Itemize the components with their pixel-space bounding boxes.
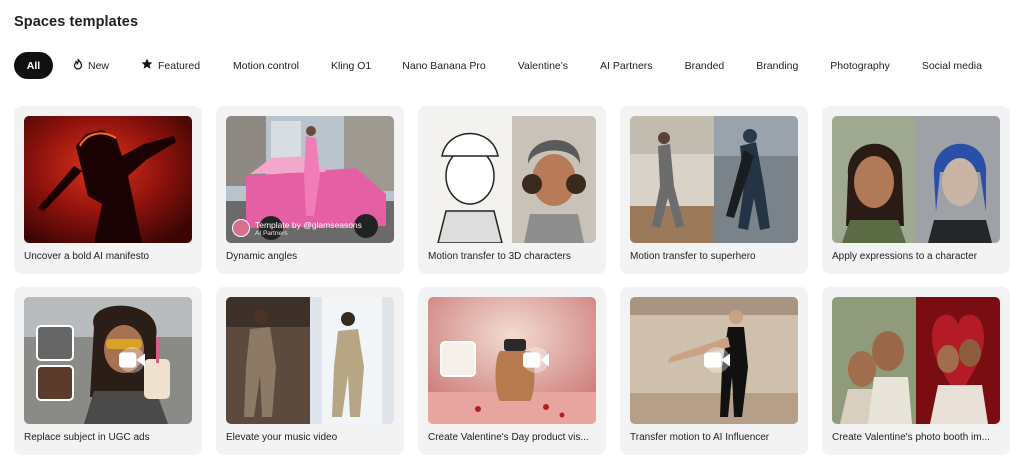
filter-chip-label: Photography [830, 59, 890, 72]
flame-icon [73, 58, 83, 73]
filter-chip-label: Social media [921, 59, 982, 72]
star-icon [141, 58, 153, 73]
template-card[interactable]: Create Valentine's photo booth im... [822, 287, 1010, 455]
filter-chip-new[interactable]: New [73, 52, 109, 79]
inset-thumbnail [36, 325, 74, 361]
template-card[interactable]: Motion transfer to 3D characters [418, 106, 606, 274]
video-icon [704, 347, 730, 373]
template-caption: Transfer motion to AI Influencer [630, 432, 770, 443]
template-caption: Replace subject in UGC ads [24, 432, 150, 443]
author-label: Template by @glamseasons [255, 219, 362, 230]
filter-chip-branding[interactable]: Branding [756, 52, 798, 79]
avatar [232, 219, 250, 237]
filter-chip-all[interactable]: All [14, 52, 53, 79]
filter-chip-label: Motion control [233, 59, 299, 72]
filter-chip-label: All [26, 59, 41, 72]
templates-grid: Uncover a bold AI manifesto Template by … [14, 106, 1010, 455]
template-card[interactable]: Elevate your music video [216, 287, 404, 455]
template-card[interactable]: Replace subject in UGC ads [14, 287, 202, 455]
filter-chip-label: Branding [756, 59, 799, 72]
template-card[interactable]: Uncover a bold AI manifesto [14, 106, 202, 274]
filter-chip-label: Featured [158, 59, 201, 72]
template-caption: Create Valentine's Day product vis... [428, 432, 589, 443]
inset-thumbnail [440, 341, 476, 377]
filter-chip-ai-partners[interactable]: AI Partners [600, 52, 653, 79]
filter-chip-featured[interactable]: Featured [141, 52, 200, 79]
video-icon [119, 347, 145, 373]
template-thumbnail [428, 297, 596, 424]
template-caption: Dynamic angles [226, 251, 298, 262]
template-caption: Motion transfer to superhero [630, 251, 756, 262]
template-author: Template by @glamseasons AI Partners [232, 219, 362, 237]
template-thumbnail [226, 297, 394, 424]
template-caption: Create Valentine's photo booth im... [832, 432, 990, 443]
template-thumbnail [24, 116, 192, 243]
template-thumbnail [24, 297, 192, 424]
filter-chip-branded[interactable]: Branded [685, 52, 725, 79]
template-card[interactable]: Create Valentine's Day product vis... [418, 287, 606, 455]
template-caption: Elevate your music video [226, 432, 338, 443]
filter-chip-social-media[interactable]: Social media [922, 52, 982, 79]
filter-chip-kling-o1[interactable]: Kling O1 [331, 52, 371, 79]
template-caption: Uncover a bold AI manifesto [24, 251, 150, 262]
video-icon [523, 347, 549, 373]
template-card[interactable]: Motion transfer to superhero [620, 106, 808, 274]
author-sub-label: AI Partners [255, 229, 288, 237]
template-thumbnail [630, 116, 798, 243]
page-title: Spaces templates [14, 14, 139, 30]
filter-chip-label: Nano Banana Pro [402, 59, 486, 72]
filter-chip-label: New [88, 59, 110, 72]
template-thumbnail [428, 116, 596, 243]
filter-chips: All New Featured Motion control Kling O1… [14, 52, 982, 79]
inset-thumbnail [36, 365, 74, 401]
template-thumbnail [832, 116, 1000, 243]
filter-chip-label: Branded [684, 59, 725, 72]
filter-chip-motion-control[interactable]: Motion control [233, 52, 299, 79]
template-card[interactable]: Transfer motion to AI Influencer [620, 287, 808, 455]
filter-chip-photography[interactable]: Photography [830, 52, 890, 79]
filter-chip-valentines[interactable]: Valentine's [518, 52, 568, 79]
template-caption: Motion transfer to 3D characters [428, 251, 571, 262]
template-thumbnail: Template by @glamseasons AI Partners [226, 116, 394, 243]
filter-chip-nano-banana-pro[interactable]: Nano Banana Pro [402, 52, 485, 79]
template-thumbnail [832, 297, 1000, 424]
filter-chip-label: Valentine's [517, 59, 569, 72]
template-caption: Apply expressions to a character [832, 251, 978, 262]
filter-chip-label: AI Partners [600, 59, 653, 72]
template-card[interactable]: Apply expressions to a character [822, 106, 1010, 274]
filter-chip-label: Kling O1 [331, 59, 372, 72]
template-card[interactable]: Template by @glamseasons AI Partners Dyn… [216, 106, 404, 274]
template-thumbnail [630, 297, 798, 424]
